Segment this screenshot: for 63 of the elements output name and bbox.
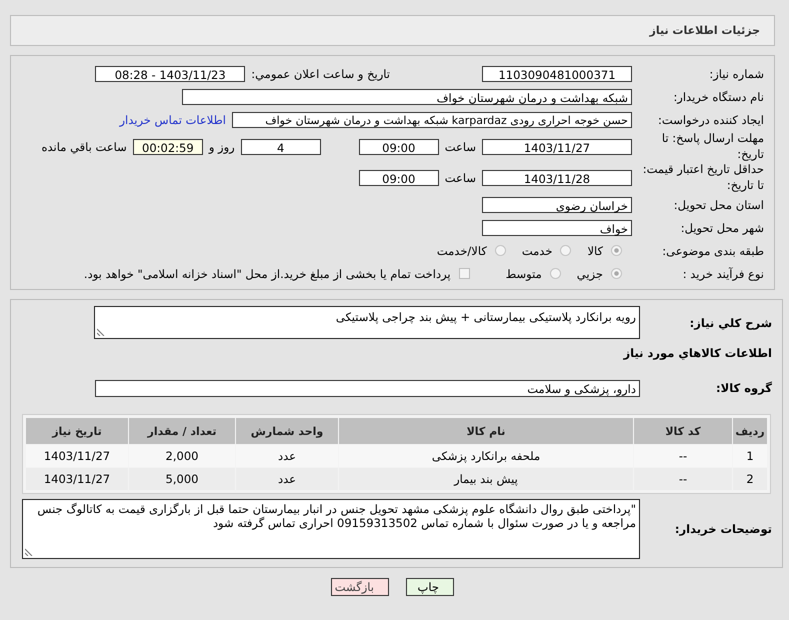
field-label: روز و: [208, 140, 235, 154]
notes-text: "پرداختی طبق روال دانشگاه علوم پزشکی مشهد تحویل جنس در انبار بیمارستان حتما قبل از بارگزاری قیمت به کاتالوگ جنس مراجعه و یا در صورت سئوال با شماره تماس 09159313502 احراری تماس گرفته شود: [37, 502, 636, 530]
column-header: تاریخ نیاز: [26, 418, 128, 444]
radio-label: جزیي: [576, 266, 603, 281]
radio-label: کالا/خدمت: [436, 244, 487, 258]
field-label: شرح کلي نیاز:: [688, 315, 773, 330]
table-cell: 1403/11/27: [26, 468, 128, 490]
input-field[interactable]: حسن خوجه احراری رودی karpardaz شبکه بهداشت و درمان شهرستان خواف: [232, 112, 632, 128]
input-field[interactable]: 1403/11/27: [482, 138, 632, 155]
column-header: نام کالا: [339, 418, 633, 444]
input-field[interactable]: 4: [240, 138, 321, 155]
table-cell: عدد: [236, 445, 338, 468]
input-field[interactable]: شبکه بهداشت و درمان شهرستان خواف: [182, 88, 632, 104]
section-title: اطلاعات کالاهاي مورد نیاز: [624, 346, 772, 360]
checkbox-label: پرداخت تمام یا بخشی از مبلغ خرید.از محل "اسناد خزانه اسلامی" خواهد بود.: [84, 266, 451, 281]
table-cell: 1403/11/27: [26, 445, 128, 468]
description-field[interactable]: رویه برانکارد پلاستیکی بیمارستانی + پیش بند چراجی پلاستیکی: [94, 306, 640, 340]
input-field[interactable]: 09:00: [358, 138, 439, 155]
description-text: رویه برانکارد پلاستیکی بیمارستانی + پیش بند چراجی پلاستیکی: [336, 310, 636, 324]
field-label: نوع فرآیند خرید :: [682, 266, 765, 281]
table-cell: 2,000: [129, 445, 235, 468]
field-label: حداقل تاریخ اعتبار قیمت: تا تاریخ:: [642, 162, 765, 194]
radio-label: متوسط: [506, 266, 542, 281]
table-cell: ملحفه برانکارد پزشکی: [339, 445, 633, 468]
table-cell: 1: [733, 445, 767, 468]
field-label: مهلت ارسال پاسخ: تا تاریخ:: [660, 131, 765, 162]
field-label: ایجاد کننده درخواست:: [657, 112, 765, 126]
table-cell: عدد: [236, 468, 338, 490]
table-cell: 5,000: [129, 468, 235, 490]
back-button[interactable]: بازگشت: [331, 578, 389, 596]
input-field[interactable]: 1103090481000371: [482, 66, 632, 82]
field-label: استان محل تحویل:: [672, 198, 765, 212]
radio-label: خدمت: [522, 244, 552, 258]
input-field[interactable]: خواف: [482, 220, 632, 236]
contact-link[interactable]: اطلاعات تماس خریدار: [119, 112, 226, 126]
field-label: شماره نیاز:: [708, 66, 765, 80]
input-field[interactable]: خراسان رضوی: [482, 196, 632, 213]
page-title: جزئیات اطلاعات نیاز: [650, 24, 760, 37]
input-field[interactable]: 00:02:59: [132, 138, 203, 155]
column-header: ردیف: [733, 418, 767, 444]
table-cell: پیش بند بیمار: [339, 468, 633, 490]
input-field[interactable]: دارو، پزشکی و سلامت: [95, 380, 640, 397]
print-button[interactable]: چاپ: [406, 578, 454, 596]
radio-label: کالا: [587, 244, 603, 258]
table-cell: 2: [733, 468, 767, 490]
table-cell: --: [634, 445, 732, 468]
field-label: طبقه بندی موضوعی:: [661, 244, 765, 258]
field-label: تاریخ و ساعت اعلان عمومي:: [251, 66, 391, 80]
column-header: کد کالا: [634, 418, 732, 444]
column-header: واحد شمارش: [236, 418, 338, 444]
field-label: ساعت: [444, 170, 476, 185]
notes-field[interactable]: "پرداختی طبق روال دانشگاه علوم پزشکی مشهد تحویل جنس در انبار بیمارستان حتما قبل از بارگزاری قیمت به کاتالوگ جنس مراجعه و یا در صورت سئوال با شماره تماس 09159313502 احراری تماس گرفته شود: [22, 499, 640, 560]
field-label: نام دستگاه خریدار:: [672, 90, 765, 104]
field-label: شهر محل تحویل:: [680, 220, 765, 235]
field-label: ساعت: [444, 140, 476, 154]
input-field[interactable]: 1403/11/28: [482, 170, 632, 186]
field-label: ساعت باقي مانده: [42, 140, 127, 154]
field-label: توضیحات خریدار:: [674, 522, 773, 536]
field-label: گروه کالا:: [715, 381, 773, 396]
input-field[interactable]: 1403/11/23 - 08:28: [95, 66, 246, 82]
table-cell: --: [634, 468, 732, 490]
column-header: تعداد / مقدار: [129, 418, 235, 444]
input-field[interactable]: 09:00: [358, 170, 439, 186]
